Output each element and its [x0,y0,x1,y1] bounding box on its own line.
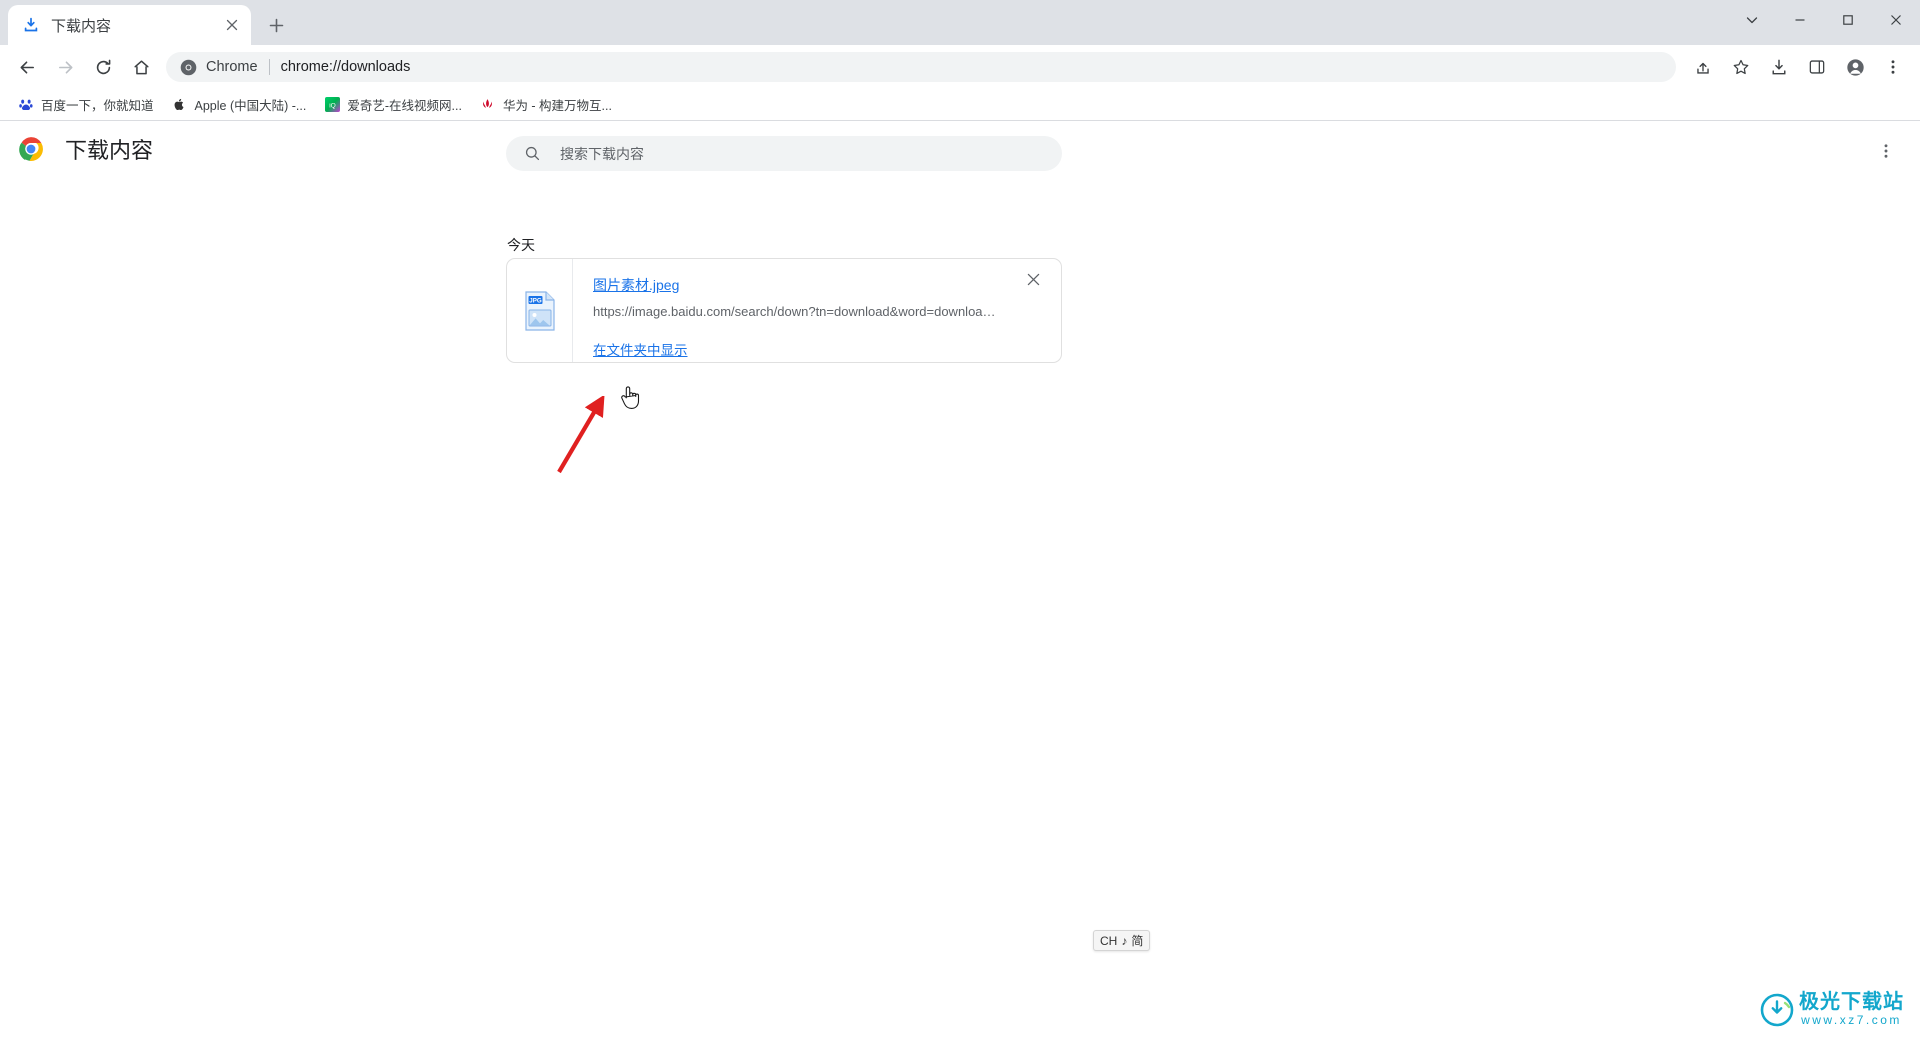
bookmark-label: 百度一下，你就知道 [41,99,154,113]
apple-favicon [172,97,188,113]
svg-text:JPG: JPG [529,297,542,304]
downloads-icon[interactable] [1762,50,1796,84]
star-icon[interactable] [1724,50,1758,84]
omnibox[interactable]: Chrome chrome://downloads [166,52,1676,82]
profile-avatar-icon[interactable] [1838,50,1872,84]
watermark-logo-icon [1760,993,1794,1027]
download-filename-link[interactable]: 图片素材.jpeg [593,275,679,295]
svg-text:iQ: iQ [329,102,336,109]
ime-indicator[interactable]: CH ♪ 简 [1093,930,1151,951]
jpg-file-icon: JPG [522,290,558,331]
bookmark-label: 华为 - 构建万物互... [502,99,612,113]
bookmarks-bar: 百度一下，你就知道 Apple (中国大陆) -... iQ 爱奇艺-在线视频网… [0,89,1920,121]
three-dot-menu-icon[interactable] [1876,50,1910,84]
watermark-text-group: 极光下载站 www.xz7.com [1799,991,1904,1028]
window-controls [1728,0,1920,40]
side-panel-icon[interactable] [1800,50,1834,84]
maximize-button[interactable] [1824,0,1872,40]
browser-tab-downloads[interactable]: 下载内容 [8,5,251,45]
annotation-arrow [557,396,605,474]
share-icon[interactable] [1686,50,1720,84]
remove-download-button[interactable] [1020,266,1046,292]
back-arrow-icon[interactable] [10,50,44,84]
downloads-page: 下载内容 今天 [0,121,1920,1038]
close-window-button[interactable] [1872,0,1920,40]
omnibox-separator [268,59,270,75]
download-source-url: https://image.baidu.com/search/down?tn=d… [593,304,997,319]
bookmark-label: Apple (中国大陆) -... [194,99,307,113]
bookmark-item-apple[interactable]: Apple (中国大陆) -... [164,93,315,117]
download-item-info: 图片素材.jpeg https://image.baidu.com/search… [573,259,1061,362]
download-date-group: 今天 [507,237,535,253]
search-input[interactable] [558,135,1044,172]
reload-icon[interactable] [86,50,120,84]
watermark-site-name: 极光下载站 [1799,991,1904,1014]
home-icon[interactable] [124,50,158,84]
tab-close-button[interactable] [221,14,243,36]
tab-strip: 下载内容 [0,0,1920,45]
ime-note-icon: ♪ [1121,933,1128,948]
new-tab-button[interactable] [259,8,293,42]
baidu-favicon [18,97,34,113]
ime-mode: 简 [1131,934,1144,948]
download-thumbnail-cell: JPG [507,259,573,362]
page-title: 下载内容 [65,138,154,163]
bookmark-label: 爱奇艺-在线视频网... [347,99,462,113]
show-in-folder-link[interactable]: 在文件夹中显示 [593,339,688,359]
omnibox-chrome-label: Chrome [206,59,258,75]
huawei-favicon [480,97,496,113]
bookmark-item-huawei[interactable]: 华为 - 构建万物互... [472,93,620,117]
ime-language: CH [1100,933,1118,948]
iqiyi-favicon: iQ [324,97,340,113]
bookmark-item-iqiyi[interactable]: iQ 爱奇艺-在线视频网... [316,93,470,117]
tab-search-button[interactable] [1728,0,1776,40]
mouse-cursor-pointer [621,386,640,409]
search-icon [524,145,541,162]
downloads-more-menu-icon[interactable] [1870,135,1902,167]
download-icon [22,16,40,34]
browser-toolbar: Chrome chrome://downloads [0,45,1920,89]
download-item-card: JPG 图片素材.jpeg https://image.baidu.com/se… [506,258,1062,363]
forward-arrow-icon[interactable] [48,50,82,84]
downloads-header: 下载内容 [0,121,1920,177]
chrome-logo-icon [18,136,44,162]
downloads-search-box[interactable] [506,135,1062,172]
tab-title: 下载内容 [51,17,112,35]
chrome-logo-icon [180,59,197,76]
omnibox-url: chrome://downloads [280,59,411,75]
site-watermark: 极光下载站 www.xz7.com [1760,991,1904,1028]
watermark-site-url: www.xz7.com [1801,1013,1902,1028]
bookmark-item-baidu[interactable]: 百度一下，你就知道 [10,93,162,117]
browser-window: 下载内容 Chrome chrome://downloads 百度一下，你就知道… [0,0,1920,1039]
minimize-button[interactable] [1776,0,1824,40]
